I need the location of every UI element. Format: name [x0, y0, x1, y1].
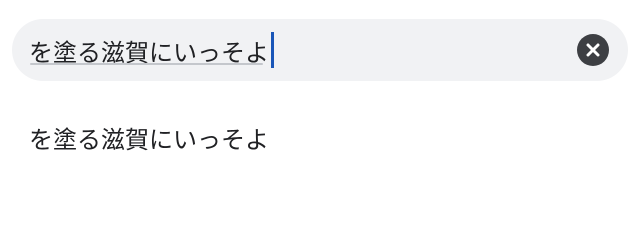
close-icon	[586, 43, 600, 57]
clear-search-button[interactable]	[577, 34, 609, 66]
search-input[interactable]: を塗る滋賀にいっそよ	[29, 32, 274, 68]
search-query-text: を塗る滋賀にいっそよ	[29, 33, 269, 68]
suggestion-label: を塗る滋賀にいっそよ	[29, 126, 269, 154]
text-cursor	[271, 32, 274, 68]
suggestion-item[interactable]: を塗る滋賀にいっそよ	[0, 104, 640, 170]
search-screen: を塗る滋賀にいっそよ を塗る滋賀にいっそよ	[0, 0, 640, 201]
search-bar[interactable]: を塗る滋賀にいっそよ	[12, 19, 628, 81]
